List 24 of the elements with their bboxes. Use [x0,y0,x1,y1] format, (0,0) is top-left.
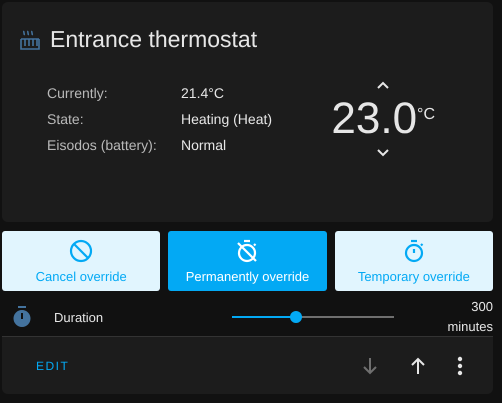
target-temperature: 23.0 [331,94,418,144]
more-menu-icon[interactable] [457,356,463,376]
override-button[interactable]: Temporary override [334,231,493,291]
attribute-label: Eisodos (battery): [47,137,158,153]
timer-off-icon [235,238,260,262]
timer-icon [12,306,32,328]
chevron-up-icon[interactable] [376,81,390,90]
cancel-icon [69,238,94,262]
attribute-value: 21.4°C [181,85,225,101]
attribute-value: Normal [181,137,228,153]
attribute-label: Currently: [47,85,109,101]
slider-thumb[interactable] [290,311,302,323]
arrow-up-icon[interactable] [409,356,427,374]
temperature-unit: °C [417,106,435,124]
attribute-value: Heating (Heat) [181,111,272,127]
duration-label: Duration [54,310,104,324]
edit-button[interactable]: EDIT [26,350,80,380]
chevron-down-icon[interactable] [376,148,390,157]
override-button[interactable]: Permanently override [168,231,327,291]
override-button[interactable]: Cancel override [2,231,160,291]
attribute-label: State: [47,111,85,127]
card-title: Entrance thermostat [50,26,258,53]
duration-reading: 300 minutes [447,298,493,336]
radiator-heat-icon [20,30,40,50]
